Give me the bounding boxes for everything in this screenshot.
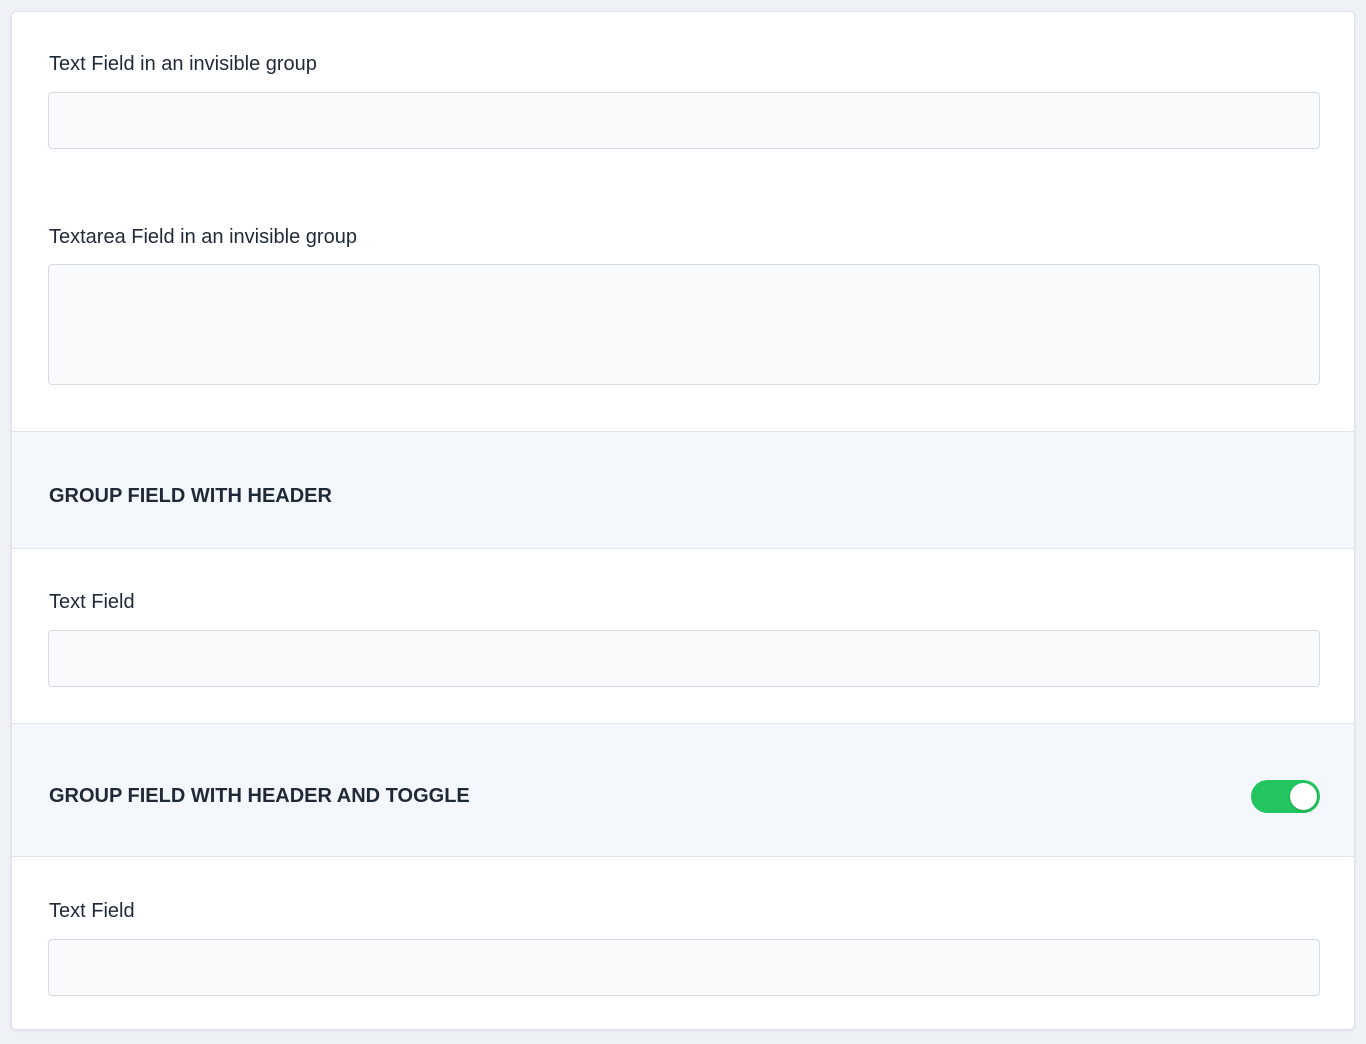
- group-body-1: Text Field: [12, 549, 1354, 724]
- textarea-field-invisible-label: Textarea Field in an invisible group: [49, 226, 357, 248]
- group-body-2: Text Field: [12, 857, 1354, 1029]
- textarea-field-invisible-input[interactable]: [48, 264, 1320, 385]
- text-field-invisible-input[interactable]: [48, 92, 1320, 149]
- group-1-text-field-label: Text Field: [49, 591, 135, 613]
- text-field-invisible-label: Text Field in an invisible group: [49, 53, 317, 75]
- group-2-text-field-input[interactable]: [48, 939, 1320, 996]
- toggle-knob-icon: [1290, 783, 1317, 810]
- group-1-text-field-input[interactable]: [48, 630, 1320, 687]
- group-2-text-field-label: Text Field: [49, 900, 135, 922]
- group-header-2: GROUP FIELD WITH HEADER AND TOGGLE: [12, 723, 1354, 857]
- group-title-1: GROUP FIELD WITH HEADER: [49, 485, 332, 507]
- group-title-2: GROUP FIELD WITH HEADER AND TOGGLE: [49, 785, 470, 807]
- invisible-group: Text Field in an invisible group Textare…: [12, 12, 1354, 432]
- group-toggle-switch[interactable]: [1251, 780, 1320, 813]
- group-header-1: GROUP FIELD WITH HEADER: [12, 431, 1354, 549]
- form-card: Text Field in an invisible group Textare…: [11, 11, 1355, 1030]
